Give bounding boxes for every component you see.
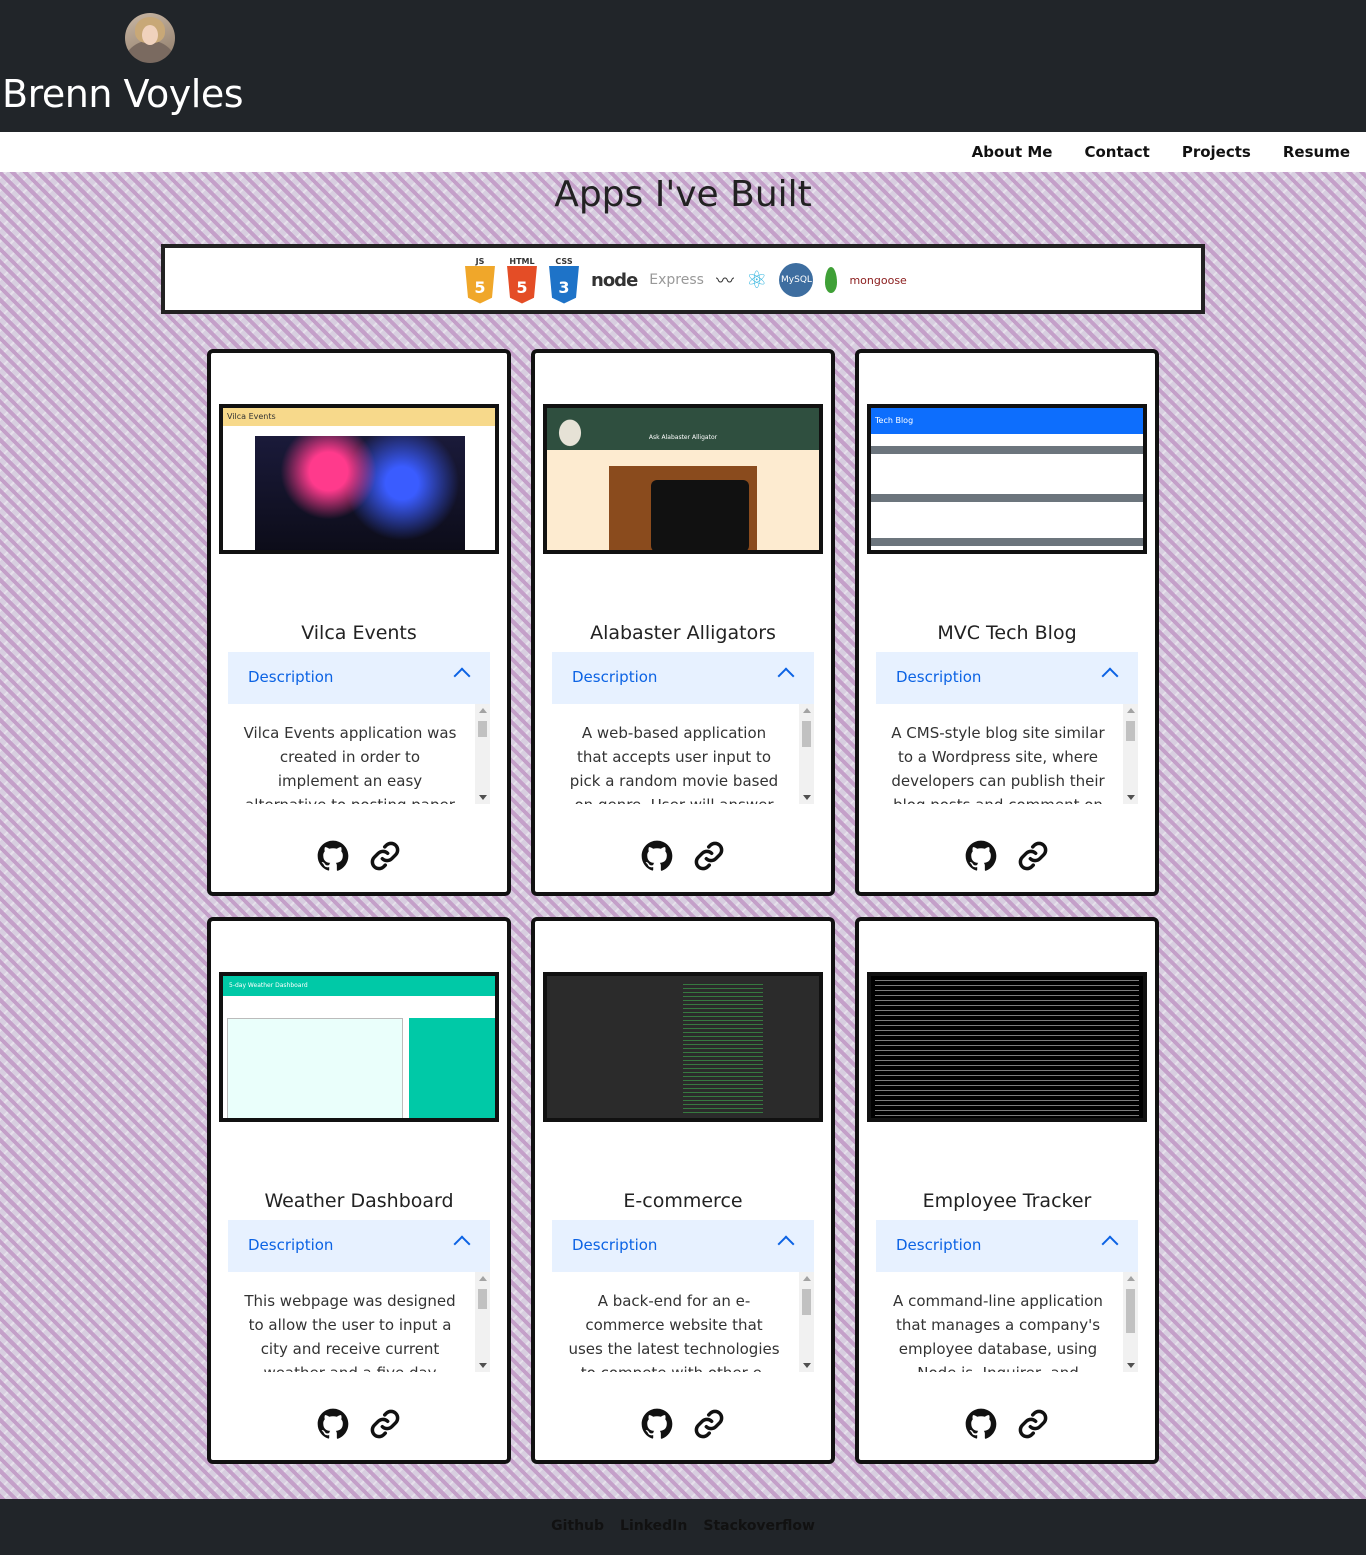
project-description: A web-based application that accepts use… [569,724,779,804]
description-panel: A CMS-style blog site similar to a Wordp… [876,704,1138,804]
scrollbar[interactable] [799,704,814,804]
description-panel: This webpage was designed to allow the u… [228,1272,490,1372]
chevron-up-icon [1101,667,1119,685]
project-card-mvc-tech-blog: Tech Blog MVC Tech Blog Description A CM… [855,349,1159,896]
project-description: A back-end for an e-commerce website tha… [568,1292,780,1372]
page-title: Apps I've Built [554,174,812,215]
project-title: Vilca Events [301,622,417,644]
github-icon[interactable] [641,1408,673,1440]
nav-projects[interactable]: Projects [1182,143,1251,161]
chevron-up-icon [777,667,795,685]
express-logo-icon: Express [649,272,704,288]
description-panel: A back-end for an e-commerce website tha… [552,1272,814,1372]
chevron-up-icon [777,1235,795,1253]
project-card-vilca-events: Vilca Events Vilca Events Description Vi… [207,349,511,896]
css3-logo-icon: CSS 3 [549,257,579,304]
description-accordion-toggle[interactable]: Description [876,652,1138,704]
project-title: MVC Tech Blog [937,622,1077,644]
accordion-label: Description [896,668,982,686]
link-icon[interactable] [693,1408,725,1440]
accordion-label: Description [572,1236,658,1254]
github-icon[interactable] [317,840,349,872]
site-title: Brenn Voyles [2,72,244,116]
nodejs-logo-icon: node [591,269,638,291]
github-icon[interactable] [965,840,997,872]
project-description: This webpage was designed to allow the u… [244,1292,456,1372]
project-card-alabaster-alligators: Ask Alabaster Alligator Alabaster Alliga… [531,349,835,896]
link-icon[interactable] [1017,840,1049,872]
link-icon[interactable] [1017,1408,1049,1440]
project-screenshot: Ask Alabaster Alligator [543,404,823,554]
accordion-label: Description [896,1236,982,1254]
scrollbar[interactable] [1123,1272,1138,1372]
github-icon[interactable] [641,840,673,872]
project-screenshot: Tech Blog [867,404,1147,554]
project-title: Employee Tracker [922,1190,1092,1212]
chevron-up-icon [453,667,471,685]
scrollbar[interactable] [475,1272,490,1372]
site-header: Brenn Voyles [0,0,1366,132]
description-panel: A command-line application that manages … [876,1272,1138,1372]
javascript-logo-icon: JS 5 [465,257,495,304]
mongoose-logo-icon: mongoose [849,273,907,287]
footer-link-github[interactable]: Github [551,1518,604,1534]
project-screenshot [867,972,1147,1122]
description-accordion-toggle[interactable]: Description [228,1220,490,1272]
accordion-label: Description [248,1236,334,1254]
footer-link-linkedin[interactable]: LinkedIn [620,1518,687,1534]
handlebars-logo-icon: 〰 [715,271,734,292]
projects-section: Apps I've Built JS 5 HTML 5 CSS 3 node E… [0,172,1366,1499]
tech-stack-banner: JS 5 HTML 5 CSS 3 node Express 〰 ⚛ MySQL… [161,244,1205,314]
avatar [125,13,175,63]
description-accordion-toggle[interactable]: Description [228,652,490,704]
description-accordion-toggle[interactable]: Description [876,1220,1138,1272]
react-logo-icon: ⚛ [745,266,768,294]
project-title: Weather Dashboard [264,1190,454,1212]
project-description: A command-line application that manages … [893,1292,1103,1372]
chevron-up-icon [453,1235,471,1253]
project-description: A CMS-style blog site similar to a Wordp… [891,724,1105,804]
nav-bar: About Me Contact Projects Resume [0,132,1366,172]
github-icon[interactable] [965,1408,997,1440]
project-title: Alabaster Alligators [590,622,776,644]
nav-resume[interactable]: Resume [1283,143,1350,161]
scrollbar[interactable] [799,1272,814,1372]
footer-link-stackoverflow[interactable]: Stackoverflow [703,1518,815,1534]
project-card-weather-dashboard: 5-day Weather Dashboard Weather Dashboar… [207,917,511,1464]
description-accordion-toggle[interactable]: Description [552,1220,814,1272]
link-icon[interactable] [369,840,401,872]
link-icon[interactable] [369,1408,401,1440]
description-panel: Vilca Events application was created in … [228,704,490,804]
html5-logo-icon: HTML 5 [507,257,537,304]
scrollbar[interactable] [475,704,490,804]
accordion-label: Description [248,668,334,686]
site-footer: Github LinkedIn Stackoverflow [0,1499,1366,1555]
mysql-logo-icon: MySQL [779,263,814,297]
project-card-e-commerce: E-commerce Description A back-end for an… [531,917,835,1464]
nav-contact[interactable]: Contact [1084,143,1149,161]
description-accordion-toggle[interactable]: Description [552,652,814,704]
project-screenshot [543,972,823,1122]
link-icon[interactable] [693,840,725,872]
project-description: Vilca Events application was created in … [243,724,457,804]
project-screenshot: 5-day Weather Dashboard [219,972,499,1122]
description-panel: A web-based application that accepts use… [552,704,814,804]
nav-about-me[interactable]: About Me [972,143,1053,161]
project-card-employee-tracker: Employee Tracker Description A command-l… [855,917,1159,1464]
chevron-up-icon [1101,1235,1119,1253]
accordion-label: Description [572,668,658,686]
project-title: E-commerce [623,1190,743,1212]
github-icon[interactable] [317,1408,349,1440]
mongodb-logo-icon [825,267,838,293]
scrollbar[interactable] [1123,704,1138,804]
project-screenshot: Vilca Events [219,404,499,554]
